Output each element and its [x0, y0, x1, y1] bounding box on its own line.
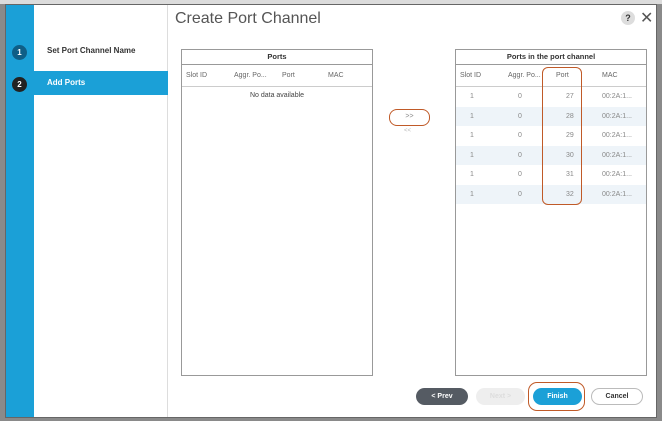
- cell-slot-id: 1: [470, 190, 474, 198]
- step-set-port-channel-name[interactable]: Set Port Channel Name: [34, 39, 168, 63]
- step-2-badge: 2: [12, 77, 27, 92]
- col-port[interactable]: Port: [278, 65, 324, 86]
- close-icon[interactable]: ✕: [640, 8, 653, 28]
- dialog-title: Create Port Channel: [175, 10, 321, 27]
- ports-in-channel-title: Ports in the port channel: [456, 50, 646, 65]
- help-icon[interactable]: ?: [621, 11, 635, 25]
- ports-table-title: Ports: [182, 50, 372, 65]
- cell-mac: 00:2A:1...: [602, 151, 632, 159]
- finish-button[interactable]: Finish: [533, 388, 582, 405]
- cell-slot-id: 1: [470, 171, 474, 178]
- cell-mac: 00:2A:1...: [602, 93, 632, 100]
- cell-mac: 00:2A:1...: [602, 112, 632, 120]
- col-mac[interactable]: MAC: [324, 65, 372, 86]
- create-port-channel-dialog: 1 2 Set Port Channel Name Add Ports Crea…: [5, 4, 657, 418]
- cell-slot-id: 1: [470, 112, 474, 120]
- wizard-steps: Set Port Channel Name Add Ports: [34, 5, 168, 417]
- col-slot-id[interactable]: Slot ID: [182, 65, 230, 86]
- step-1-badge: 1: [12, 45, 27, 60]
- add-ports-button[interactable]: >>: [389, 109, 430, 126]
- col-mac[interactable]: MAC: [598, 65, 646, 86]
- cell-slot-id: 1: [470, 93, 474, 100]
- ports-table: Ports Slot ID Aggr. Po... Port MAC No da…: [181, 49, 373, 376]
- cell-slot-id: 1: [470, 151, 474, 159]
- cell-slot-id: 1: [470, 132, 474, 139]
- col-aggr-port[interactable]: Aggr. Po...: [230, 65, 278, 86]
- remove-ports-button[interactable]: <<: [404, 128, 411, 134]
- cell-mac: 00:2A:1...: [602, 190, 632, 198]
- wizard-rail: 1 2: [6, 5, 34, 417]
- cell-mac: 00:2A:1...: [602, 171, 632, 178]
- ports-table-header: Slot ID Aggr. Po... Port MAC: [182, 65, 372, 87]
- cell-mac: 00:2A:1...: [602, 132, 632, 139]
- cancel-button[interactable]: Cancel: [591, 388, 643, 405]
- col-slot-id[interactable]: Slot ID: [456, 65, 504, 86]
- no-data-message: No data available: [249, 92, 305, 99]
- prev-button[interactable]: < Prev: [416, 388, 468, 405]
- port-column-highlight: [542, 67, 582, 205]
- next-button[interactable]: Next >: [476, 388, 525, 405]
- step-add-ports[interactable]: Add Ports: [34, 71, 168, 95]
